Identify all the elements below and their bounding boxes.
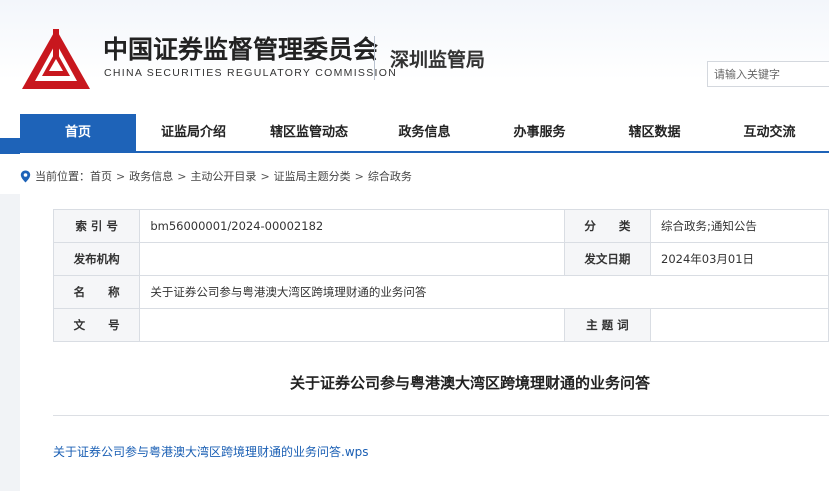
- page: 中国证券监督管理委员会 CHINA SECURITIES REGULATORY …: [0, 0, 829, 491]
- breadcrumb: 当前位置： 首页 > 政务信息 > 主动公开目录 > 证监局主题分类 > 综合政…: [20, 166, 412, 186]
- table-row: 文 号 主 题 词: [52, 308, 829, 342]
- branch-name: 深圳监管局: [390, 49, 486, 71]
- category-label: 分 类: [563, 209, 652, 243]
- table-row: 名 称 关于证券公司参与粤港澳大湾区跨境理财通的业务问答: [52, 275, 829, 309]
- document-title: 关于证券公司参与粤港澳大湾区跨境理财通的业务问答: [290, 374, 651, 392]
- category-value: 综合政务;通知公告: [650, 209, 829, 243]
- nav-edge-accent: [0, 138, 20, 154]
- breadcrumb-prefix: 当前位置：: [35, 170, 90, 183]
- main-nav: 首页 证监局介绍 辖区监管动态 政务信息 办事服务 辖区数据 互动交流: [20, 114, 829, 153]
- nav-item-government-info[interactable]: 政务信息: [367, 114, 482, 151]
- nav-item-interaction[interactable]: 互动交流: [712, 114, 827, 151]
- document-name-value: 关于证券公司参与粤港澳大湾区跨境理财通的业务问答: [139, 275, 829, 309]
- nav-item-services[interactable]: 办事服务: [482, 114, 597, 151]
- org-name-en: CHINA SECURITIES REGULATORY COMMISSION: [104, 67, 398, 79]
- header-divider: [374, 36, 375, 80]
- site-header: 中国证券监督管理委员会 CHINA SECURITIES REGULATORY …: [0, 0, 829, 114]
- breadcrumb-separator: >: [116, 169, 126, 183]
- table-row: 发布机构 发文日期 2024年03月01日: [52, 242, 829, 276]
- document-meta-table: 索 引 号 bm56000001/2024-00002182 分 类 综合政务;…: [52, 209, 829, 342]
- issue-date-label: 发文日期: [563, 242, 652, 276]
- org-name-cn: 中国证券监督管理委员会: [103, 35, 379, 64]
- attachment-link[interactable]: 关于证券公司参与粤港澳大湾区跨境理财通的业务问答.wps: [53, 443, 369, 460]
- nav-item-regional-news[interactable]: 辖区监管动态: [251, 114, 367, 151]
- title-divider: [53, 415, 829, 416]
- document-number-label: 文 号: [52, 308, 141, 342]
- nav-item-about[interactable]: 证监局介绍: [136, 114, 251, 151]
- table-row: 索 引 号 bm56000001/2024-00002182 分 类 综合政务;…: [52, 209, 829, 243]
- issue-date-value: 2024年03月01日: [650, 242, 829, 276]
- left-gutter: [0, 194, 20, 491]
- breadcrumb-link-general-affairs[interactable]: 综合政务: [368, 168, 412, 184]
- breadcrumb-link-home[interactable]: 首页: [90, 168, 112, 184]
- document-name-label: 名 称: [52, 275, 141, 309]
- index-number-label: 索 引 号: [52, 209, 141, 243]
- nav-item-home[interactable]: 首页: [20, 114, 136, 151]
- breadcrumb-link-disclosure-catalog[interactable]: 主动公开目录: [190, 168, 256, 184]
- publisher-label: 发布机构: [52, 242, 141, 276]
- publisher-value: [139, 242, 565, 276]
- nav-item-regional-data[interactable]: 辖区数据: [597, 114, 712, 151]
- search-input[interactable]: 请输入关键字: [707, 61, 829, 87]
- keywords-label: 主 题 词: [563, 308, 652, 342]
- breadcrumb-separator: >: [177, 169, 187, 183]
- breadcrumb-link-government-info[interactable]: 政务信息: [129, 168, 173, 184]
- breadcrumb-link-topic-category[interactable]: 证监局主题分类: [274, 168, 351, 184]
- breadcrumb-separator: >: [260, 169, 270, 183]
- keywords-value: [650, 308, 829, 342]
- location-pin-icon: [20, 170, 31, 182]
- csrc-logo-icon[interactable]: [20, 27, 92, 91]
- breadcrumb-separator: >: [354, 169, 364, 183]
- index-number-value: bm56000001/2024-00002182: [139, 209, 565, 243]
- document-number-value: [139, 308, 565, 342]
